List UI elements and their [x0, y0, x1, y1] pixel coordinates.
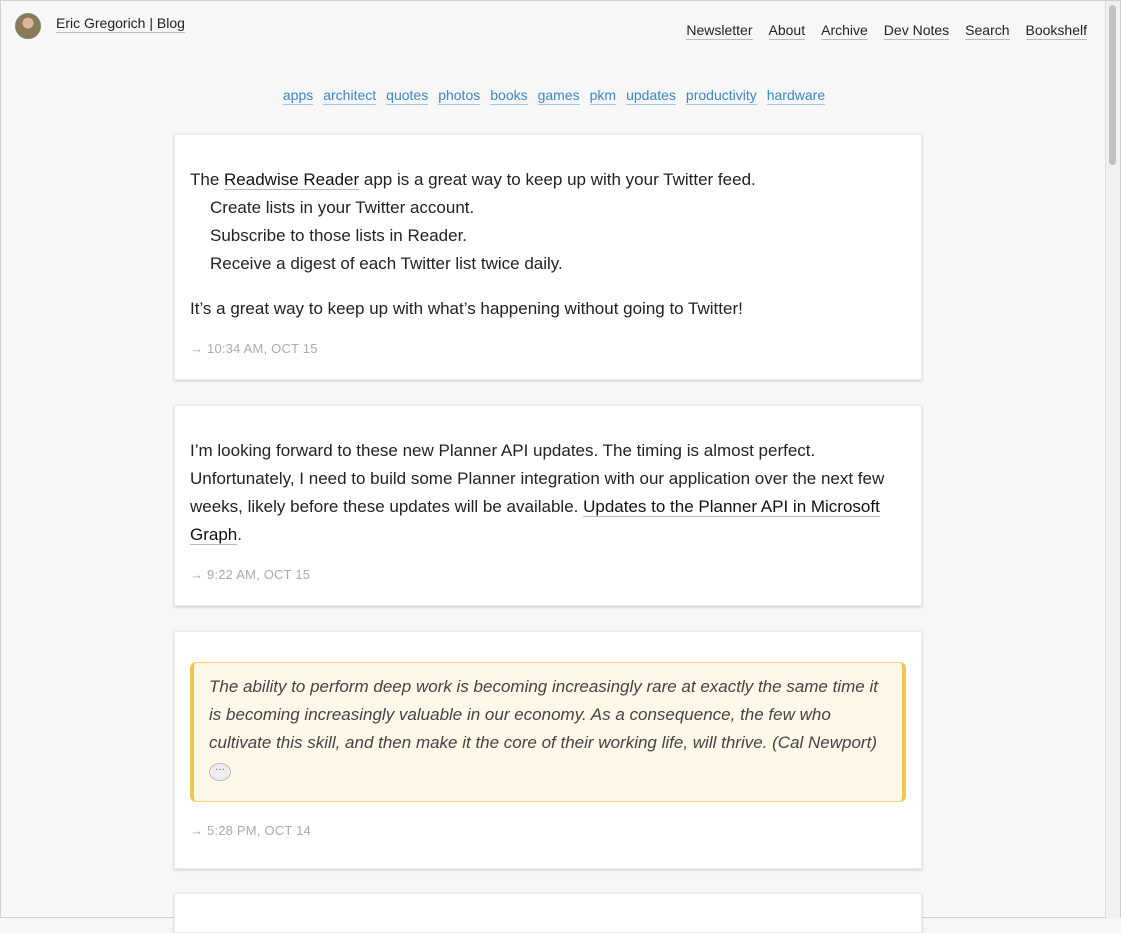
- post-card: I’m looking forward to these new Planner…: [174, 405, 922, 606]
- tag-architect[interactable]: architect: [323, 87, 377, 105]
- nav-about[interactable]: About: [768, 22, 806, 40]
- readwise-reader-link[interactable]: Readwise Reader: [224, 170, 360, 190]
- post-card: The Readwise Reader app is a great way t…: [174, 134, 922, 380]
- nav-bookshelf[interactable]: Bookshelf: [1025, 22, 1087, 40]
- tag-games[interactable]: games: [537, 87, 580, 105]
- nav-dev-notes[interactable]: Dev Notes: [883, 22, 950, 40]
- tag-updates[interactable]: updates: [626, 87, 676, 105]
- quote-block: The ability to perform deep work is beco…: [190, 662, 906, 802]
- post-text: The: [190, 170, 225, 189]
- nav-search[interactable]: Search: [965, 22, 1010, 40]
- tag-quotes[interactable]: quotes: [386, 87, 429, 105]
- post-text: .: [237, 525, 242, 544]
- tag-books[interactable]: books: [490, 87, 528, 105]
- tag-apps[interactable]: apps: [282, 87, 314, 105]
- speech-bubble-icon[interactable]: ···: [209, 762, 231, 781]
- tag-photos[interactable]: photos: [438, 87, 481, 105]
- post-card: [174, 893, 922, 933]
- tag-hardware[interactable]: hardware: [766, 87, 826, 105]
- quote-text: The ability to perform deep work is beco…: [209, 673, 888, 785]
- site-header: Eric Gregorich | Blog Newsletter About A…: [1, 1, 1107, 61]
- post-timestamp-link[interactable]: → 9:22 AM, OCT 15: [190, 567, 310, 582]
- list-item: Subscribe to those lists in Reader.: [210, 226, 468, 245]
- post-paragraph: It’s a great way to keep up with what’s …: [190, 299, 743, 318]
- nav-archive[interactable]: Archive: [821, 22, 868, 40]
- post-text: app is a great way to keep up with your …: [359, 170, 756, 189]
- top-navigation: Newsletter About Archive Dev Notes Searc…: [686, 22, 1087, 40]
- list-item: Receive a digest of each Twitter list tw…: [210, 254, 563, 273]
- post-timestamp-link[interactable]: → 5:28 PM, OCT 14: [190, 823, 311, 838]
- post-timestamp-link[interactable]: → 10:34 AM, OCT 15: [190, 341, 318, 356]
- brand: Eric Gregorich | Blog: [15, 13, 185, 39]
- quote-body: The ability to perform deep work is beco…: [209, 677, 878, 752]
- nav-newsletter[interactable]: Newsletter: [686, 22, 753, 40]
- list-item: Create lists in your Twitter account.: [210, 198, 475, 217]
- post-paragraph: I’m looking forward to these new Planner…: [190, 437, 906, 549]
- post-card: The ability to perform deep work is beco…: [174, 631, 922, 869]
- tag-list: apps architect quotes photos books games…: [1, 87, 1107, 105]
- scrollbar-thumb[interactable]: [1109, 5, 1116, 165]
- post-paragraph: The Readwise Reader app is a great way t…: [190, 166, 906, 194]
- tag-productivity[interactable]: productivity: [685, 87, 757, 105]
- tag-pkm[interactable]: pkm: [589, 87, 617, 105]
- author-avatar[interactable]: [15, 13, 41, 39]
- vertical-scrollbar[interactable]: [1105, 1, 1120, 919]
- site-title-link[interactable]: Eric Gregorich | Blog: [56, 15, 185, 33]
